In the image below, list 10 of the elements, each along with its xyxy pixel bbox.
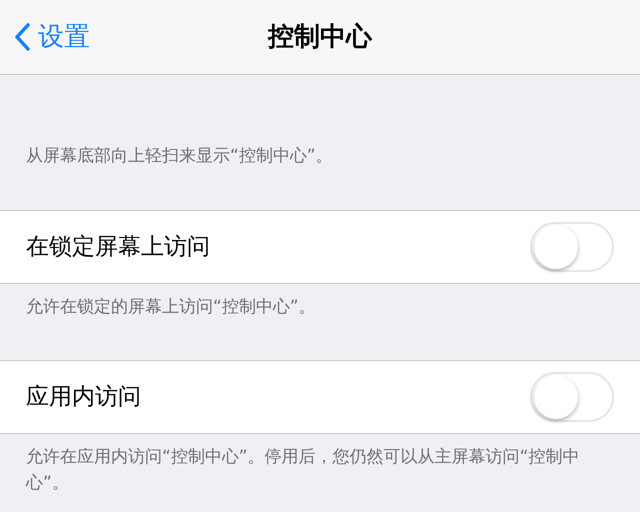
chevron-left-icon (14, 23, 30, 51)
section-note: 允许在锁定的屏幕上访问“控制中心”。 (25, 296, 317, 319)
section-note: 从屏幕底部向上轻扫来显示“控制中心”。 (25, 145, 334, 168)
section-note: 允许在应用内访问“控制中心”。停用后，您仍然可以从主屏幕访问“控制中心”。 (24, 446, 580, 495)
row-label: 在锁定屏幕上访问 (26, 232, 210, 262)
toggle-switch[interactable] (530, 372, 614, 422)
toggle-switch[interactable] (530, 222, 614, 272)
row-label: 应用内访问 (26, 382, 141, 412)
window-title: 控制中心 (268, 20, 372, 54)
back-button[interactable]: 设置 (0, 18, 90, 56)
